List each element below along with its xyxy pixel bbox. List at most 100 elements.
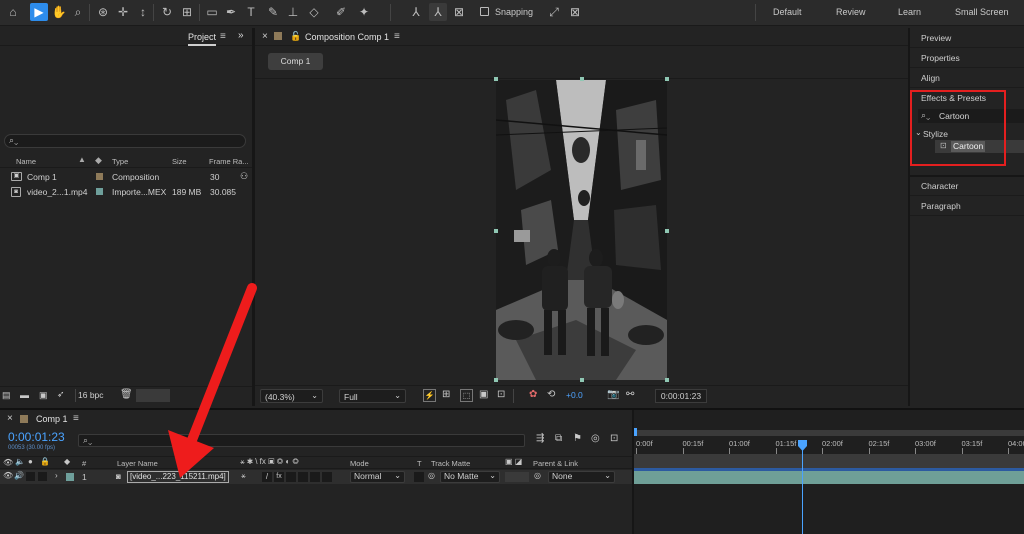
chevron-right-icon[interactable]: › [55, 471, 58, 480]
transform-handle[interactable] [665, 378, 669, 382]
new-folder-icon[interactable]: ▬ [20, 390, 29, 400]
layer-label-swatch[interactable] [66, 473, 74, 481]
audio-icon[interactable]: 🔈 [15, 457, 25, 466]
composition-mini-flowchart-icon[interactable]: ⇶ [536, 433, 544, 444]
trash-icon[interactable]: 🗑 [120, 389, 133, 400]
local-axis-icon[interactable]: ⅄ [407, 3, 425, 21]
rectangle-tool-icon[interactable]: ▭ [203, 3, 221, 21]
label-color-swatch[interactable] [96, 173, 103, 180]
guides-icon[interactable]: ⊡ [497, 389, 505, 400]
toggle-mask-icon[interactable]: ▣ [479, 389, 488, 400]
eye-icon[interactable]: 👁 [3, 458, 13, 467]
tab-project[interactable]: Project [188, 32, 217, 46]
color-channel-icon[interactable]: ✿ [529, 389, 537, 400]
column-parent-link[interactable]: Parent & Link [533, 459, 578, 468]
column-layer-name[interactable]: Layer Name [117, 459, 158, 468]
panel-align[interactable]: Align [910, 68, 1024, 88]
column-type[interactable]: Type [112, 157, 128, 166]
shy-layers-icon[interactable]: ⚑ [573, 433, 582, 444]
workspace-default[interactable]: Default [773, 7, 802, 17]
transparency-grid-icon[interactable]: ⊞ [442, 389, 450, 400]
selection-tool-icon[interactable]: ▶ [30, 3, 48, 21]
clone-stamp-tool-icon[interactable]: ⊥ [284, 3, 302, 21]
preserve-transparency-toggle[interactable] [414, 472, 424, 482]
matte-invert-switch[interactable] [505, 472, 529, 482]
interpret-footage-icon[interactable]: ▤ [2, 390, 11, 401]
lock-toggle[interactable] [38, 472, 47, 481]
transform-handle[interactable] [494, 229, 498, 233]
time-ruler[interactable]: 0:00f 00:15f 01:00f 01:15f 02:00f 02:15f 03:00… [634, 436, 1024, 454]
graph-editor-icon[interactable]: ⊡ [610, 433, 618, 444]
flowchart-icon[interactable]: ⚇ [240, 171, 248, 182]
transform-handle[interactable] [494, 378, 498, 382]
workspace-learn[interactable]: Learn [898, 7, 921, 17]
world-axis-icon[interactable]: ⅄ [429, 3, 447, 21]
column-name[interactable]: Name [16, 157, 36, 166]
pick-whip-icon[interactable]: ◎ [534, 471, 541, 480]
resolution-dropdown[interactable]: Full ⌄ [339, 389, 406, 403]
column-mode[interactable]: Mode [350, 459, 369, 468]
roto-brush-tool-icon[interactable]: ✐ [332, 3, 350, 21]
pan-camera-icon[interactable]: ✛ [114, 3, 132, 21]
snapping-checkbox[interactable] [480, 7, 489, 16]
view-axis-icon[interactable]: ⊠ [450, 3, 468, 21]
playhead-line[interactable] [802, 440, 803, 534]
zoom-tool-icon[interactable]: ⌕ [69, 3, 87, 21]
exposure-value[interactable]: +0.0 [566, 390, 583, 400]
current-time-display[interactable]: 0:00:01:23 [655, 389, 707, 403]
project-search-input[interactable]: ⌕⌄ [4, 134, 246, 148]
panel-preview[interactable]: Preview [910, 28, 1024, 48]
fast-previews-icon[interactable]: ⚡ [423, 389, 436, 402]
snap-features-icon[interactable]: ⊠ [566, 3, 584, 21]
rotation-tool-icon[interactable]: ↻ [158, 3, 176, 21]
audio-icon[interactable]: 🔊 [14, 471, 24, 480]
transform-handle[interactable] [665, 229, 669, 233]
transform-handle[interactable] [494, 77, 498, 81]
pen-tool-icon[interactable]: ✒ [222, 3, 240, 21]
draft-3d-icon[interactable]: ⧉ [555, 433, 562, 444]
tab-composition[interactable]: Composition Comp 1 [305, 32, 389, 42]
adjustment-switch[interactable] [310, 472, 320, 482]
project-item[interactable]: ◙ video_2...1.mp4 Importe...MEX 189 MB 3… [0, 185, 252, 199]
eraser-tool-icon[interactable]: ◇ [305, 3, 323, 21]
matte-source-icon[interactable]: ◎ [428, 471, 435, 480]
time-navigator-bar[interactable] [634, 454, 1024, 468]
dolly-camera-icon[interactable]: ↕ [134, 3, 152, 21]
panel-menu-icon[interactable]: ≡ [73, 413, 79, 424]
frame-blend-switch[interactable] [286, 472, 296, 482]
hand-tool-icon[interactable]: ✋ [50, 3, 68, 21]
blend-mode-dropdown[interactable]: Normal ⌄ [350, 471, 405, 483]
label-icon[interactable]: ◆ [64, 457, 70, 466]
panel-menu-icon[interactable]: ≡ [394, 31, 400, 42]
region-of-interest-icon[interactable]: ⬚ [460, 389, 473, 402]
lock-icon[interactable]: 🔒 [40, 457, 50, 466]
timeline-current-time[interactable]: 0:00:01:23 [8, 430, 65, 444]
expand-panels-icon[interactable]: » [238, 30, 244, 41]
effects-switch[interactable]: fx [274, 472, 284, 482]
column-track-matte[interactable]: Track Matte [431, 459, 470, 468]
type-tool-icon[interactable]: T [242, 3, 260, 21]
solo-toggle[interactable] [26, 472, 35, 481]
snap-edges-icon[interactable]: ⤢ [545, 3, 563, 21]
layer-duration-bar[interactable] [634, 471, 1024, 484]
lock-icon[interactable]: 🔓 [290, 31, 301, 42]
tab-timeline-comp[interactable]: Comp 1 [36, 414, 68, 424]
bit-depth-button[interactable]: 16 bpc [78, 390, 104, 400]
home-icon[interactable]: ⌂ [4, 3, 22, 21]
panel-character[interactable]: Character [910, 176, 1024, 196]
parent-dropdown[interactable]: None ⌄ [548, 471, 615, 483]
close-icon[interactable]: × [7, 413, 13, 424]
solo-icon[interactable]: ● [28, 457, 33, 466]
label-color-swatch[interactable] [96, 188, 103, 195]
comp-navigator-button[interactable]: Comp 1 [268, 53, 323, 70]
timeline-search-input[interactable]: ⌕⌄ [78, 434, 525, 447]
transform-handle[interactable] [665, 77, 669, 81]
show-snapshot-icon[interactable]: ⚯ [626, 389, 634, 400]
column-size[interactable]: Size [172, 157, 187, 166]
panel-paragraph[interactable]: Paragraph [910, 196, 1024, 216]
motion-blur-icon[interactable]: ◎ [591, 433, 600, 444]
panel-menu-icon[interactable]: ≡ [220, 31, 226, 42]
work-area-start-handle[interactable] [634, 428, 637, 436]
puppet-tool-icon[interactable]: ✦ [355, 3, 373, 21]
track-matte-dropdown[interactable]: No Matte ⌄ [440, 471, 500, 483]
